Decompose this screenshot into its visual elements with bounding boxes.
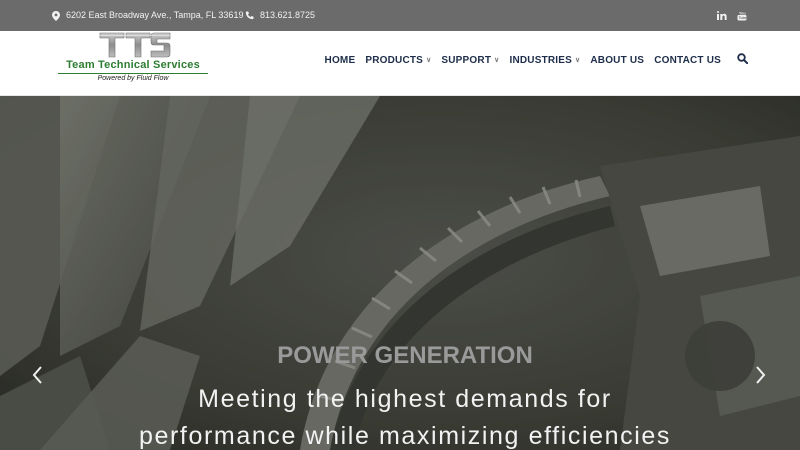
nav-home[interactable]: HOME (325, 55, 356, 66)
svg-text:Tube: Tube (739, 16, 747, 20)
nav-about-us-label[interactable]: ABOUT US (590, 55, 644, 66)
nav-industries[interactable]: INDUSTRIES ∨ (509, 55, 580, 66)
linkedin-link[interactable] (717, 0, 727, 31)
nav-contact-us[interactable]: CONTACT US (654, 55, 721, 66)
search-button[interactable] (737, 53, 749, 67)
nav-industries-label[interactable]: INDUSTRIES (509, 55, 572, 66)
linkedin-icon[interactable] (717, 11, 727, 20)
tts-logo-mark (99, 32, 171, 58)
chevron-down-icon: ∨ (494, 57, 500, 64)
youtube-link[interactable]: You Tube (737, 0, 747, 31)
youtube-icon[interactable]: You Tube (737, 11, 747, 21)
hero-subtitle-line1: Meeting the highest demands for (198, 385, 612, 413)
nav-about-us[interactable]: ABOUT US (590, 55, 644, 66)
address-item: 6202 East Broadway Ave., Tampa, FL 33619 (52, 0, 243, 31)
address-text: 6202 East Broadway Ave., Tampa, FL 33619 (66, 10, 244, 20)
phone-text[interactable]: 813.621.8725 (260, 0, 315, 31)
chevron-down-icon: ∨ (575, 57, 581, 64)
top-info-bar: 6202 East Broadway Ave., Tampa, FL 33619… (0, 0, 800, 31)
nav-products[interactable]: PRODUCTS ∨ (365, 55, 431, 66)
phone-icon (245, 11, 254, 20)
site-header: Team Technical Services Powered by Fluid… (0, 31, 800, 96)
logo-tagline: Powered by Fluid Flow (97, 75, 169, 82)
nav-home-label[interactable]: HOME (325, 55, 356, 66)
nav-products-label[interactable]: PRODUCTS (365, 55, 423, 66)
hero-slider: POWER GENERATION Meeting the highest dem… (0, 96, 800, 450)
chevron-down-icon: ∨ (426, 57, 432, 64)
main-nav: HOME PRODUCTS ∨ SUPPORT ∨ INDUSTRIES ∨ ABOU… (315, 31, 749, 89)
search-icon[interactable] (737, 53, 749, 67)
map-marker-icon (52, 10, 60, 21)
nav-support[interactable]: SUPPORT ∨ (441, 55, 499, 66)
nav-support-label[interactable]: SUPPORT (441, 55, 491, 66)
logo-company-name: Team Technical Services (66, 59, 200, 71)
phone-item[interactable]: 813.621.8725 (245, 0, 315, 31)
hero-title: POWER GENERATION (277, 342, 533, 369)
logo[interactable]: Team Technical Services Powered by Fluid… (52, 31, 214, 87)
nav-contact-us-label[interactable]: CONTACT US (654, 55, 721, 66)
logo-divider (58, 73, 208, 74)
hero-subtitle-line2: performance while maximizing efficiencie… (139, 422, 671, 450)
svg-text:You: You (739, 11, 746, 15)
